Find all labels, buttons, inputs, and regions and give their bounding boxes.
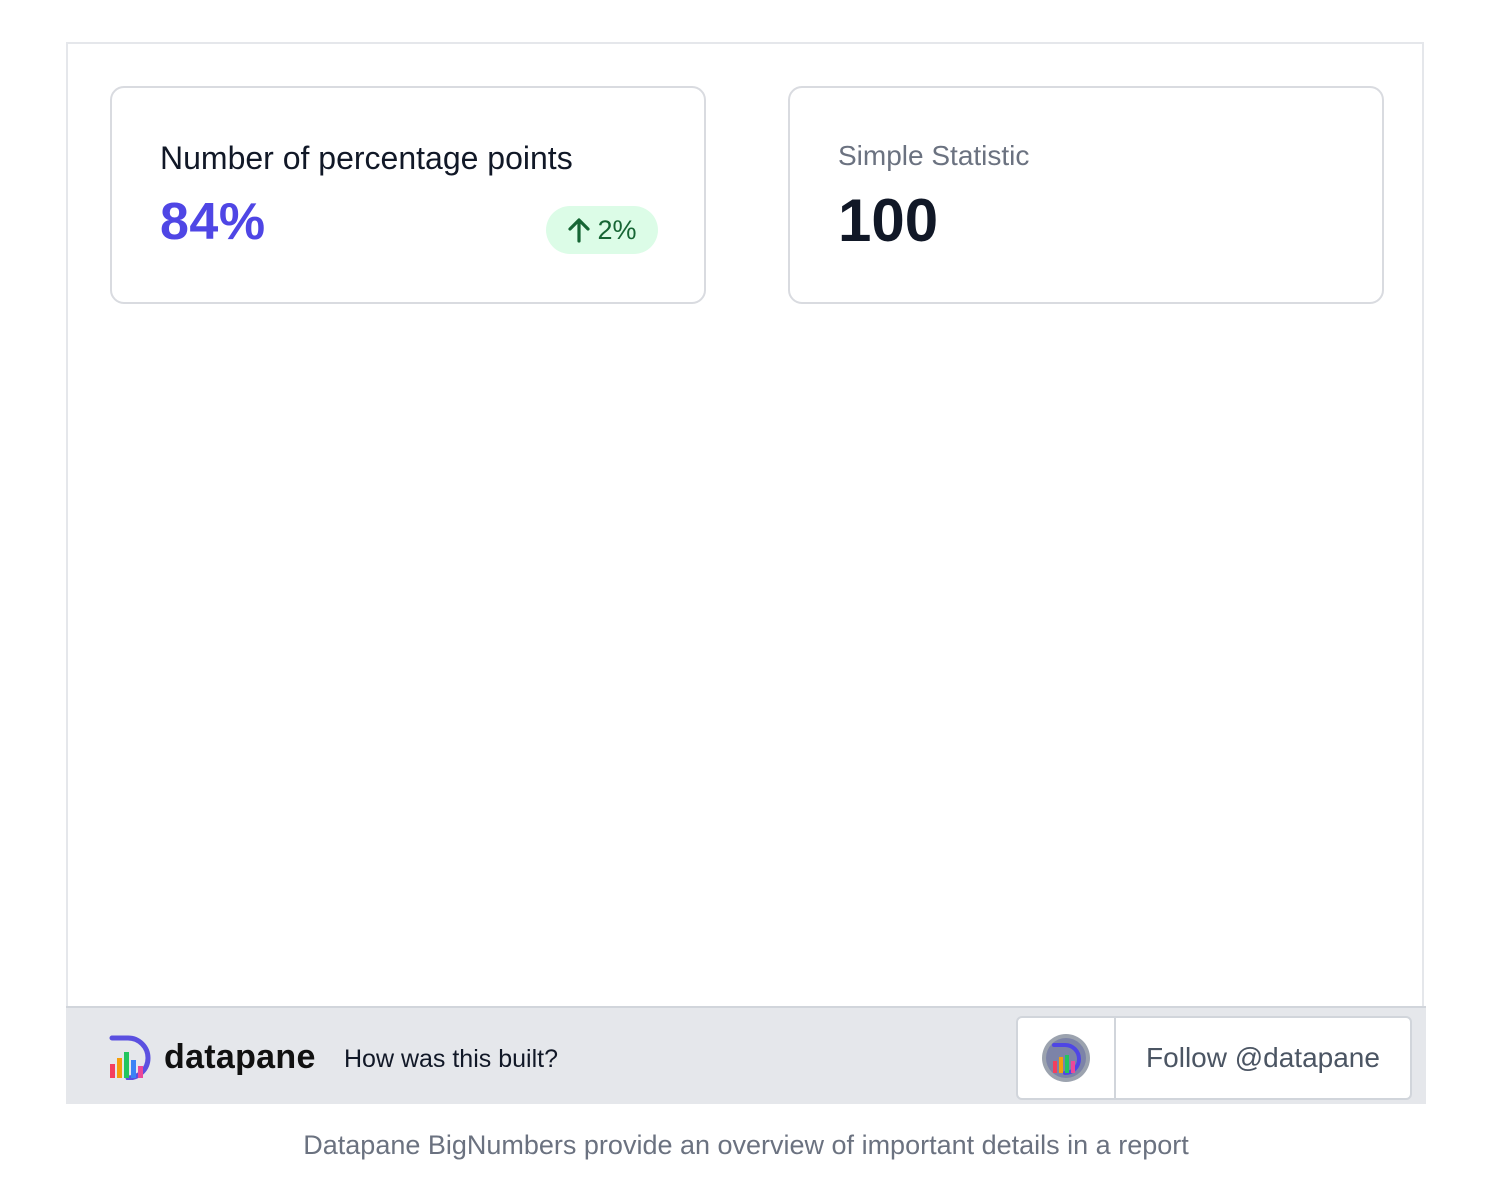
change-badge: 2% (546, 206, 658, 254)
datapane-logo-link[interactable]: datapane (108, 1034, 316, 1085)
card-label: Simple Statistic (838, 140, 1030, 171)
bignumber-card-simple: Simple Statistic 100 (788, 86, 1384, 304)
follow-button[interactable]: Follow @datapane (1016, 1016, 1412, 1100)
card-value: 84% (160, 193, 266, 251)
datapane-logo-icon (108, 1034, 154, 1085)
card-label: Number of percentage points (160, 140, 573, 176)
follow-label: Follow @datapane (1146, 1042, 1380, 1073)
arrow-up-icon (567, 217, 591, 243)
report-embed: Number of percentage points 84% 2% Simpl… (66, 42, 1426, 1104)
datapane-avatar-icon (1018, 1018, 1116, 1098)
datapane-wordmark: datapane (164, 1037, 316, 1076)
change-value: 2% (597, 214, 637, 245)
how-was-this-built-link[interactable]: How was this built? (344, 1045, 558, 1074)
report-body: Number of percentage points 84% 2% Simpl… (68, 44, 1422, 1008)
card-value: 100 (838, 187, 939, 254)
embed-footer: datapane How was this built? Follow @dat… (66, 1006, 1426, 1104)
bignumber-card-percentage: Number of percentage points 84% 2% (110, 86, 706, 304)
figure-caption: Datapane BigNumbers provide an overview … (303, 1130, 1189, 1160)
